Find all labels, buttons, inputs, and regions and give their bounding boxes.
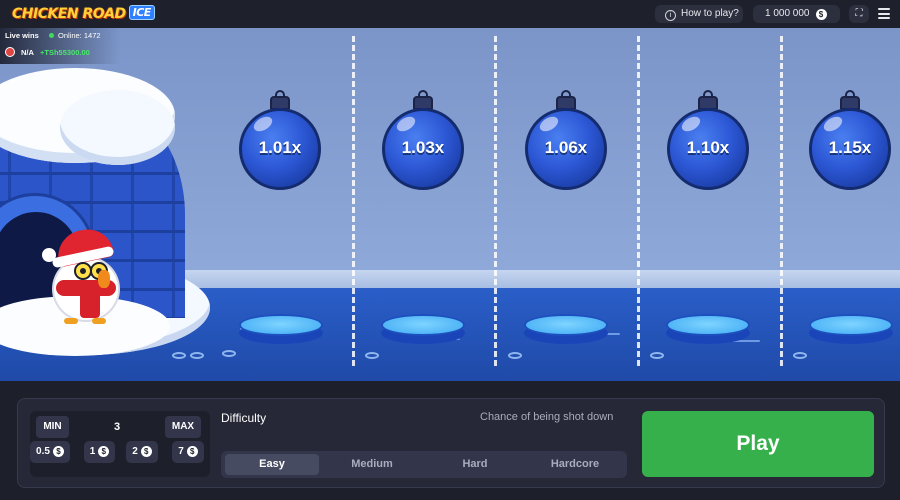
lane-divider (352, 36, 355, 366)
winner-name: N/A (21, 48, 34, 57)
online-count: Online: 1472 (58, 31, 101, 40)
difficulty-tab-medium[interactable]: Medium (325, 454, 419, 475)
lane-divider (780, 36, 783, 366)
lane-pad[interactable] (809, 314, 893, 344)
quick-bet-7[interactable]: 7 $ (172, 441, 204, 463)
difficulty-selector: Easy Medium Hard Hardcore (221, 451, 627, 478)
coin-icon: $ (140, 446, 152, 457)
logo-main-text: CHICKEN ROAD (12, 6, 126, 22)
difficulty-label: Difficulty (221, 411, 267, 425)
difficulty-tab-hardcore[interactable]: Hardcore (527, 454, 623, 475)
coin-icon: $ (186, 446, 198, 457)
ice-ring (650, 352, 664, 359)
lane-divider (494, 36, 497, 366)
multiplier-ornament: 1.06x (525, 90, 607, 190)
menu-button[interactable] (878, 8, 890, 22)
multiplier-ornament: 1.10x (667, 90, 749, 190)
quick-bet-value: 1 (89, 446, 96, 457)
live-wins-title: Live wins (5, 31, 39, 40)
multiplier-label: 1.03x (401, 138, 445, 157)
bet-amount-input[interactable]: 3 (69, 416, 165, 438)
lane-pad[interactable] (239, 314, 323, 344)
menu-icon-line (878, 17, 890, 19)
quick-bet-value: 0.5 (36, 446, 50, 457)
chicken-beak (98, 270, 110, 288)
quick-bet-value: 7 (178, 446, 184, 457)
multiplier-label: 1.01x (258, 138, 302, 157)
quick-bet-1[interactable]: 1 $ (84, 441, 115, 463)
difficulty-tab-hard[interactable]: Hard (427, 454, 523, 475)
logo-sub-text: ICE (128, 5, 155, 20)
lane-pad[interactable] (381, 314, 465, 344)
multiplier-label: 1.15x (828, 138, 872, 157)
coin-icon: $ (52, 446, 64, 457)
fullscreen-icon: ⛶ (855, 8, 863, 19)
menu-icon-line (878, 8, 890, 10)
game-logo: CHICKEN ROAD ICE (12, 5, 155, 22)
control-panel: MIN 3 MAX 0.5 $ 1 $ 2 $ 7 $ Difficulty Chanc… (17, 398, 885, 488)
ice-ring (365, 352, 379, 359)
win-amount: +TSh55300.00 (40, 48, 90, 57)
balance-value: 1 000 000 (765, 8, 810, 19)
max-bet-button[interactable]: MAX (165, 416, 201, 438)
coin-icon: $ (98, 446, 110, 457)
game-scene: 1.01x 1.03x 1.06x 1.10x 1.15x Live wins … (0, 28, 900, 381)
quick-bet-2[interactable]: 2 $ (126, 441, 158, 463)
multiplier-ornament: 1.03x (382, 90, 464, 190)
live-wins-panel: Live wins Online: 1472 N/A +TSh55300.00 (0, 28, 120, 64)
quick-bet-0.5[interactable]: 0.5 $ (30, 441, 70, 463)
ice-ring (172, 352, 186, 359)
multiplier-ornament: 1.01x (239, 90, 321, 190)
lane-pad[interactable] (666, 314, 750, 344)
lane-pad[interactable] (524, 314, 608, 344)
menu-icon-line (878, 12, 890, 15)
chance-label: Chance of being shot down (480, 411, 614, 423)
ice-ring (793, 352, 807, 359)
fullscreen-button[interactable]: ⛶ (849, 5, 869, 23)
min-bet-button[interactable]: MIN (36, 416, 69, 438)
multiplier-label: 1.06x (544, 138, 588, 157)
multiplier-ornament: 1.15x (809, 90, 891, 190)
ice-ring (508, 352, 522, 359)
top-bar: CHICKEN ROAD ICE i How to play? 1 000 000 $… (0, 0, 900, 28)
chicken-character (42, 224, 132, 328)
quick-bet-value: 2 (132, 446, 138, 457)
balance-display: 1 000 000 $ (753, 5, 840, 23)
igloo-snow-cap (60, 90, 175, 165)
lane-divider (637, 36, 640, 366)
coin-icon: $ (815, 9, 827, 20)
player-avatar (5, 47, 15, 57)
online-dot-icon (49, 33, 54, 38)
play-button[interactable]: Play (642, 411, 874, 477)
info-icon: i (665, 10, 676, 21)
multiplier-label: 1.10x (686, 138, 730, 157)
how-to-play-button[interactable]: i How to play? (655, 5, 743, 23)
ice-ring (190, 352, 204, 359)
ice-ring (222, 350, 236, 357)
difficulty-tab-easy[interactable]: Easy (225, 454, 319, 475)
how-to-play-label: How to play? (681, 8, 739, 19)
